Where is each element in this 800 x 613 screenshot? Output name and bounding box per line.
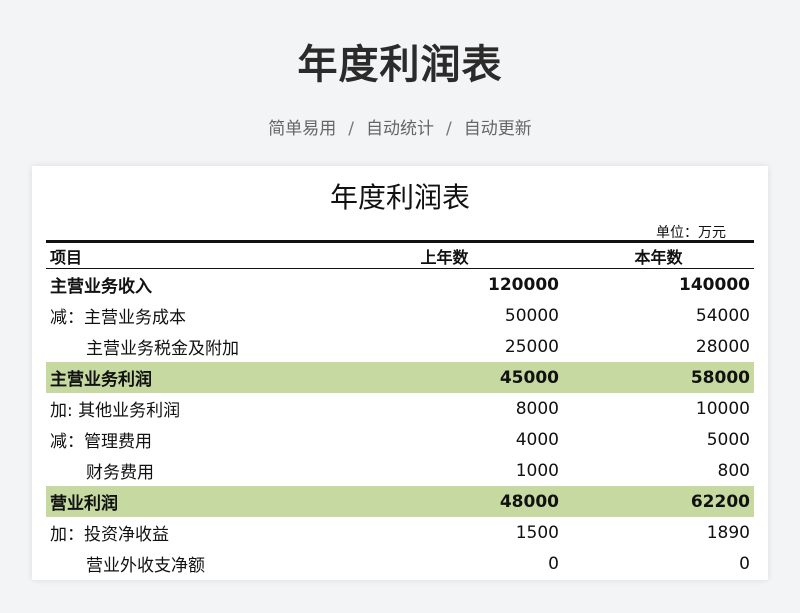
unit-label: 单位：万元 (656, 225, 726, 241)
subtitle-part-3: 自动更新 (463, 119, 532, 139)
table-row: 财务费用 1000 800 (46, 455, 754, 486)
row-label[interactable]: 营业外收支净额 (46, 548, 326, 579)
row-curr-value[interactable]: 140000 (563, 269, 754, 301)
row-prev-value[interactable]: 45000 (326, 362, 563, 393)
table-row: 减：主营业务成本 50000 54000 (46, 300, 754, 331)
row-prev-value[interactable]: 1000 (326, 455, 563, 486)
page-subtitle: 简单易用 / 自动统计 / 自动更新 (0, 114, 800, 139)
row-prev-value[interactable]: 4000 (326, 424, 563, 455)
row-curr-value[interactable]: 800 (563, 455, 754, 486)
sheet-title: 年度利润表 (329, 181, 470, 214)
row-label[interactable]: 营业利润 (46, 486, 326, 517)
row-prev-value[interactable]: 120000 (326, 269, 563, 301)
table-row: 主营业务税金及附加 25000 28000 (46, 331, 754, 362)
spreadsheet-card: 年度利润表 单位：万元 项目 上年数 本年数 主营业务收入 120000 14000… (32, 166, 768, 580)
row-label[interactable]: 加：投资净收益 (46, 517, 326, 548)
row-curr-value[interactable]: 5000 (563, 424, 754, 455)
subtitle-part-2: 自动统计 (366, 119, 434, 139)
table-row: 减：管理费用 4000 5000 (46, 424, 754, 455)
row-curr-value[interactable]: 58000 (563, 362, 754, 393)
row-curr-value[interactable]: 1890 (563, 517, 754, 548)
subtitle-part-1: 简单易用 (268, 119, 337, 139)
row-prev-value[interactable]: 0 (326, 548, 563, 579)
row-prev-value[interactable]: 8000 (326, 393, 563, 424)
header-rule (46, 240, 754, 243)
header-prev-year: 上年数 (326, 244, 563, 269)
row-label[interactable]: 减：主营业务成本 (46, 300, 326, 331)
row-label[interactable]: 加: 其他业务利润 (46, 393, 326, 424)
row-label[interactable]: 主营业务利润 (46, 362, 326, 393)
table-row: 加：投资净收益 1500 1890 (46, 517, 754, 548)
row-label[interactable]: 减：管理费用 (46, 424, 326, 455)
header-item: 项目 (46, 244, 326, 269)
subtitle-separator: / (348, 119, 354, 139)
row-curr-value[interactable]: 0 (563, 548, 754, 579)
header-curr-year: 本年数 (563, 244, 754, 269)
row-prev-value[interactable]: 50000 (326, 300, 563, 331)
table-row: 营业利润 48000 62200 (46, 486, 754, 517)
table-row: 主营业务利润 45000 58000 (46, 362, 754, 393)
table-row: 加: 其他业务利润 8000 10000 (46, 393, 754, 424)
profit-table: 项目 上年数 本年数 主营业务收入 120000 140000 减：主营业务成本 500… (46, 244, 754, 579)
table-row: 营业外收支净额 0 0 (46, 548, 754, 579)
row-label[interactable]: 财务费用 (46, 455, 326, 486)
row-curr-value[interactable]: 62200 (563, 486, 754, 517)
row-curr-value[interactable]: 28000 (563, 331, 754, 362)
table-header-row: 项目 上年数 本年数 (46, 244, 754, 269)
row-prev-value[interactable]: 48000 (326, 486, 563, 517)
row-prev-value[interactable]: 25000 (326, 331, 563, 362)
row-curr-value[interactable]: 54000 (563, 300, 754, 331)
table-row: 主营业务收入 120000 140000 (46, 269, 754, 301)
row-label[interactable]: 主营业务收入 (46, 269, 326, 301)
page-title: 年度利润表 (297, 42, 503, 88)
row-prev-value[interactable]: 1500 (326, 517, 563, 548)
row-curr-value[interactable]: 10000 (563, 393, 754, 424)
subtitle-separator: / (446, 119, 452, 139)
row-label[interactable]: 主营业务税金及附加 (46, 331, 326, 362)
